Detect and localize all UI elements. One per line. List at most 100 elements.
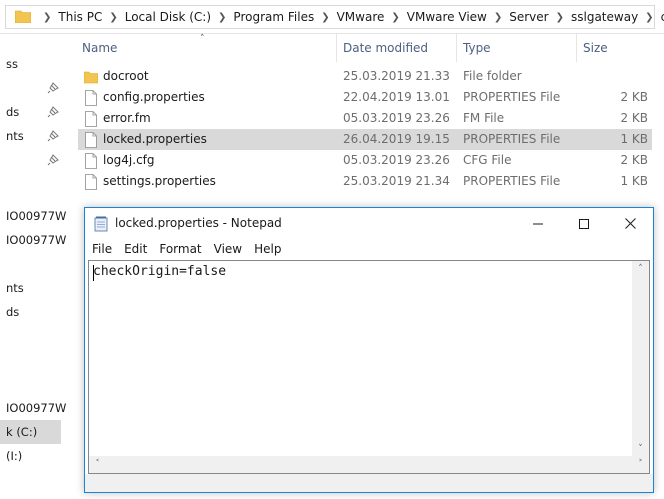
menu-file[interactable]: File — [87, 239, 117, 259]
file-type: File folder — [463, 69, 522, 83]
column-header-size[interactable]: Size — [577, 34, 652, 62]
file-name: config.properties — [103, 90, 205, 104]
scroll-right-icon[interactable]: ˃ — [632, 456, 649, 473]
file-icon — [85, 153, 97, 169]
pin-icon[interactable] — [47, 106, 59, 118]
file-row-selected[interactable]: locked.properties 26.04.2019 19.15 PROPE… — [78, 129, 652, 150]
file-size: 2 KB — [620, 90, 648, 104]
nav-item[interactable]: IO00977W — [6, 228, 66, 252]
file-icon — [85, 174, 97, 190]
pin-icon[interactable] — [47, 82, 59, 94]
breadcrumb-local-disk[interactable]: Local Disk (C:) — [125, 10, 211, 24]
file-type: CFG File — [463, 153, 512, 167]
breadcrumb-conf[interactable]: conf — [661, 10, 664, 24]
maximize-button[interactable] — [561, 208, 607, 239]
breadcrumb: ❯ This PC ❯ Local Disk (C:) ❯ Program Fi… — [36, 6, 664, 28]
close-button[interactable] — [607, 208, 653, 239]
file-row[interactable]: settings.properties 25.03.2019 21.34 PRO… — [78, 171, 652, 192]
vertical-scrollbar[interactable]: ˄ ˅ — [632, 261, 649, 458]
menu-view[interactable]: View — [209, 239, 247, 259]
chevron-right-icon[interactable]: ❯ — [109, 12, 117, 23]
address-box[interactable]: ❯ This PC ❯ Local Disk (C:) ❯ Program Fi… — [5, 5, 664, 29]
file-name: error.fm — [103, 111, 151, 125]
notepad-window: locked.properties - Notepad File Edit Fo… — [84, 207, 654, 493]
minimize-button[interactable] — [515, 208, 561, 239]
notepad-titlebar[interactable]: locked.properties - Notepad — [85, 208, 653, 239]
notepad-icon — [94, 216, 108, 232]
file-row[interactable]: error.fm 05.03.2019 23.26 FM File 2 KB — [78, 108, 652, 129]
chevron-right-icon[interactable]: ❯ — [218, 12, 226, 23]
nav-item[interactable]: nts — [6, 124, 24, 148]
file-type: FM File — [463, 111, 505, 125]
text-caret — [93, 265, 94, 281]
folder-icon — [84, 71, 98, 84]
nav-item[interactable]: IO00977W — [6, 204, 66, 228]
file-icon — [85, 90, 97, 106]
file-date: 25.03.2019 21.34 — [343, 174, 450, 188]
scroll-up-icon[interactable]: ˄ — [632, 261, 649, 278]
file-icon — [85, 132, 97, 148]
breadcrumb-this-pc[interactable]: This PC — [58, 10, 102, 24]
sort-ascending-icon: ˄ — [200, 34, 205, 44]
file-date: 22.04.2019 13.01 — [343, 90, 450, 104]
notepad-statusbar — [85, 474, 653, 492]
address-bar: ❯ This PC ❯ Local Disk (C:) ❯ Program Fi… — [0, 0, 664, 34]
file-type: PROPERTIES File — [463, 174, 561, 188]
navigation-pane: ss ds nts IO00977W IO00977W nts ds IO009… — [0, 34, 66, 499]
file-name: settings.properties — [103, 174, 216, 188]
chevron-right-icon[interactable]: ❯ — [494, 12, 502, 23]
menu-format[interactable]: Format — [154, 239, 206, 259]
file-date: 26.04.2019 19.15 — [343, 132, 450, 146]
scroll-left-icon[interactable]: ˂ — [89, 456, 106, 473]
file-row[interactable]: config.properties 22.04.2019 13.01 PROPE… — [78, 87, 652, 108]
file-icon — [85, 111, 97, 127]
file-row[interactable]: docroot 25.03.2019 21.33 File folder — [78, 66, 652, 87]
nav-item[interactable]: ds — [6, 300, 19, 324]
file-size: 2 KB — [620, 153, 648, 167]
breadcrumb-vmware[interactable]: VMware — [337, 10, 385, 24]
notepad-content: checkOrigin=false — [93, 264, 227, 279]
column-header-name[interactable]: Name — [76, 34, 337, 62]
breadcrumb-server[interactable]: Server — [509, 10, 548, 24]
close-icon — [624, 218, 636, 229]
chevron-right-icon[interactable]: ❯ — [391, 12, 399, 23]
chevron-right-icon[interactable]: ❯ — [556, 12, 564, 23]
file-date: 05.03.2019 23.26 — [343, 153, 450, 167]
nav-item[interactable]: IO00977WI — [6, 396, 66, 420]
file-type: PROPERTIES File — [463, 132, 561, 146]
nav-item[interactable]: nts — [6, 276, 24, 300]
file-date: 25.03.2019 21.33 — [343, 69, 450, 83]
chevron-right-icon[interactable]: ❯ — [645, 12, 653, 23]
notepad-title: locked.properties - Notepad — [115, 216, 282, 230]
file-type: PROPERTIES File — [463, 90, 561, 104]
pin-icon[interactable] — [47, 130, 59, 142]
file-name: locked.properties — [103, 132, 207, 146]
maximize-icon — [579, 218, 589, 229]
minimize-icon — [533, 223, 543, 224]
file-row[interactable]: log4j.cfg 05.03.2019 23.26 CFG File 2 KB — [78, 150, 652, 171]
menu-help[interactable]: Help — [249, 239, 286, 259]
file-size: 2 KB — [620, 111, 648, 125]
pin-icon[interactable] — [47, 154, 59, 166]
nav-item-selected[interactable]: k (C:) — [0, 420, 61, 444]
breadcrumb-sslgateway[interactable]: sslgateway — [571, 10, 638, 24]
menu-edit[interactable]: Edit — [119, 239, 152, 259]
file-size: 1 KB — [620, 132, 648, 146]
chevron-right-icon[interactable]: ❯ — [43, 12, 51, 23]
notepad-menubar: File Edit Format View Help — [85, 239, 653, 259]
nav-item[interactable]: ss — [6, 52, 18, 76]
column-header-date[interactable]: Date modified — [337, 34, 457, 62]
chevron-right-icon[interactable]: ❯ — [321, 12, 329, 23]
column-header-type[interactable]: Type — [457, 34, 577, 62]
column-headers: Name ˄ Date modified Type Size — [66, 34, 664, 62]
nav-item[interactable]: ds — [6, 100, 19, 124]
nav-item[interactable]: (I:) — [6, 444, 22, 468]
breadcrumb-program-files[interactable]: Program Files — [233, 10, 314, 24]
file-name: log4j.cfg — [103, 153, 155, 167]
notepad-text-area[interactable]: checkOrigin=false ˄ ˅ ˂ ˃ — [88, 260, 650, 474]
breadcrumb-vmware-view[interactable]: VMware View — [407, 10, 487, 24]
file-size: 1 KB — [620, 174, 648, 188]
file-date: 05.03.2019 23.26 — [343, 111, 450, 125]
horizontal-scrollbar[interactable]: ˂ ˃ — [89, 456, 649, 473]
file-name: docroot — [103, 69, 149, 83]
